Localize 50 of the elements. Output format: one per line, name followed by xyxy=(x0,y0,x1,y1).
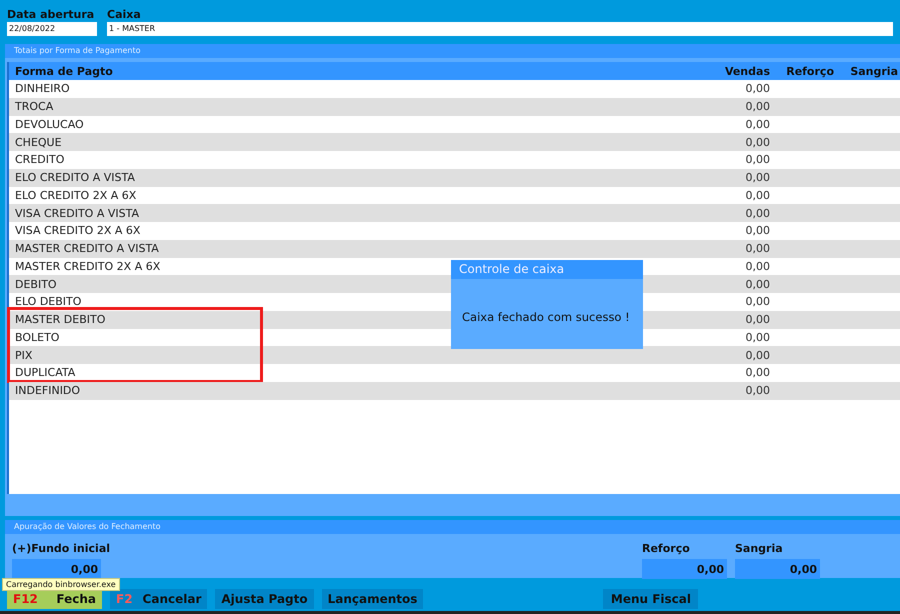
table-cell-text: DINHEIRO xyxy=(14,82,70,96)
table-cell-text: MASTER DEBITO xyxy=(14,313,106,326)
table-cell-text: 0,00 xyxy=(744,171,770,184)
table-cell-text: ELO DEBITO xyxy=(14,295,82,308)
tooltip: Carregando binbrowser.exe xyxy=(2,578,120,591)
table-cell-text: 0,00 xyxy=(744,260,770,273)
table-cell-text: 0,00 xyxy=(744,118,770,131)
field-label: Data abertura xyxy=(7,8,96,22)
table-cell-text: DEBITO xyxy=(14,278,57,291)
table-cell-text: VISA CREDITO A VISTA xyxy=(14,206,140,220)
table-cell-text: INDEFINIDO xyxy=(14,384,80,398)
table-cell-text: 0,00 xyxy=(744,330,770,344)
table-cell-text: 0,00 xyxy=(744,384,770,398)
table-cell-text: 0,00 xyxy=(744,348,770,362)
table-cell-text: MASTER CREDITO 2X A 6X xyxy=(14,260,160,273)
column-header: Sangria xyxy=(849,64,899,78)
table-cell-text: CHEQUE xyxy=(14,136,62,149)
table-cell-text: 0,00 xyxy=(744,206,770,220)
field-label: Caixa xyxy=(107,8,142,22)
panel-title: Totais por Forma de Pagamento xyxy=(5,44,900,58)
table-cell-text: MASTER CREDITO A VISTA xyxy=(14,242,159,256)
table-cell-text: 0,00 xyxy=(744,153,770,166)
table-cell-text: BOLETO xyxy=(14,330,60,344)
panel-title: Apuração de Valores do Fechamento xyxy=(5,520,900,534)
field-label: (+)Fundo inicial xyxy=(12,542,110,557)
dialog-title: Controle de caixa xyxy=(451,260,643,279)
column-header: Forma de Pagto xyxy=(14,64,114,78)
table-cell-text: 0,00 xyxy=(744,136,770,149)
table-cell-text: 0,00 xyxy=(744,295,770,308)
table-cell-text: ELO CREDITO A VISTA xyxy=(14,171,135,184)
table-cell-text: DUPLICATA xyxy=(14,366,76,380)
column-header: Vendas xyxy=(724,64,770,78)
table-cell-text: DEVOLUCAO xyxy=(14,118,84,131)
table-cell-text: PIX xyxy=(14,348,32,362)
field-label: Reforço xyxy=(642,542,691,557)
column-header: Reforço xyxy=(785,64,834,78)
table-cell-text: TROCA xyxy=(14,100,54,114)
field-label: Sangria xyxy=(735,542,784,557)
table-cell-text: VISA CREDITO 2X A 6X xyxy=(14,224,140,238)
table-cell-text: 0,00 xyxy=(744,278,770,291)
table-cell-text: ELO CREDITO 2X A 6X xyxy=(14,188,136,202)
table-cell-text: 0,00 xyxy=(744,224,770,238)
table-cell-text: 0,00 xyxy=(744,188,770,202)
dialog-message: Caixa fechado com sucesso ! xyxy=(461,309,631,324)
table-cell-text: CREDITO xyxy=(14,153,64,166)
table-cell-text: 0,00 xyxy=(744,242,770,256)
table-cell-text: 0,00 xyxy=(744,100,770,114)
table-cell-text: 0,00 xyxy=(744,313,770,326)
table-cell-text: 0,00 xyxy=(744,82,770,96)
table-cell-text: 0,00 xyxy=(744,366,770,380)
